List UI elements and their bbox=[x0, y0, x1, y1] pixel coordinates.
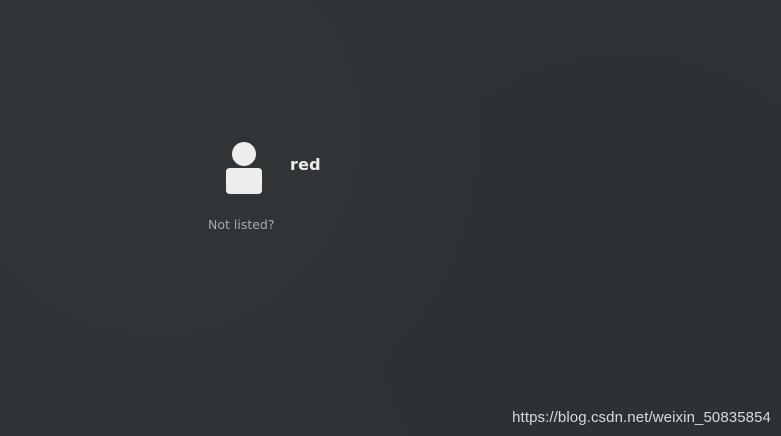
user-name-label: red bbox=[290, 154, 321, 174]
user-avatar-icon bbox=[222, 140, 266, 194]
login-screen: red Not listed? https://blog.csdn.net/we… bbox=[0, 0, 781, 436]
not-listed-button[interactable]: Not listed? bbox=[208, 217, 275, 232]
user-list-item-red[interactable]: red bbox=[222, 140, 321, 194]
watermark-text: https://blog.csdn.net/weixin_50835854 bbox=[512, 409, 771, 426]
